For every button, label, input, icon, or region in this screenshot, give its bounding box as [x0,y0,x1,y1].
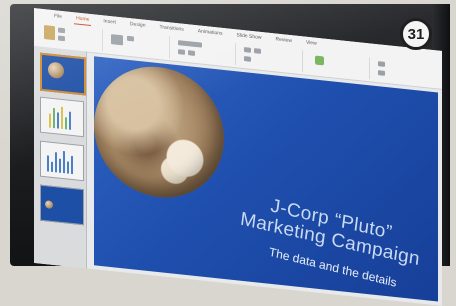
thumb-image [45,200,53,209]
thumb-bar [67,161,69,173]
font-group [174,37,237,66]
thumb-bar [57,112,59,128]
find-icon[interactable] [378,61,385,67]
thumb-bar [63,151,65,173]
editing-group [374,58,436,86]
thumb-bar [49,114,51,128]
thumb-bar [61,107,63,129]
tab-home[interactable]: Home [74,15,91,26]
slide-thumbnail-2[interactable] [40,97,84,138]
cut-icon[interactable] [58,28,65,34]
numbering-icon[interactable] [254,48,261,54]
tab-design[interactable]: Design [128,21,148,32]
layout-icon[interactable] [127,36,134,42]
thumb-bar [69,112,71,130]
slide-thumbnail-pane [34,46,87,269]
tab-insert[interactable]: Insert [101,18,118,29]
page-number-badge: 31 [400,18,432,50]
tab-view[interactable]: View [304,39,319,50]
new-slide-icon[interactable] [111,34,123,45]
bullets-icon[interactable] [244,47,251,53]
thumb-bar [51,162,53,172]
thumb-bar [53,108,55,128]
copy-icon[interactable] [58,36,65,42]
planet-image-thumb [48,61,64,79]
bold-icon[interactable] [178,49,185,55]
drawing-group [307,51,370,80]
replace-icon[interactable] [378,70,385,76]
tab-slide-show[interactable]: Slide Show [235,32,264,44]
thumb-bar [55,152,57,172]
slide-thumbnail-3[interactable] [40,141,84,182]
slide-thumbnail-4[interactable] [40,185,84,226]
tab-review[interactable]: Review [274,36,294,47]
thumb-bar [47,155,49,171]
presentation-app-window: File Home Insert Design Transitions Anim… [34,8,442,306]
pluto-image[interactable] [94,60,224,204]
font-name-dropdown[interactable] [178,40,202,48]
align-left-icon[interactable] [244,56,251,62]
main-slide-canvas[interactable]: J-Corp “Pluto” Marketing Campaign The da… [94,56,438,301]
thumb-bar [59,159,61,173]
tab-transitions[interactable]: Transitions [158,24,186,36]
italic-icon[interactable] [188,50,195,56]
slides-group [107,30,170,59]
thumb-bar [65,117,67,129]
paragraph-group [240,44,303,73]
paste-icon[interactable] [44,25,55,40]
thumb-bar [71,156,73,174]
slide-thumbnail-1[interactable] [40,53,86,96]
tab-animations[interactable]: Animations [196,28,225,40]
quick-styles-icon[interactable] [315,56,324,66]
tab-file[interactable]: File [52,13,64,23]
